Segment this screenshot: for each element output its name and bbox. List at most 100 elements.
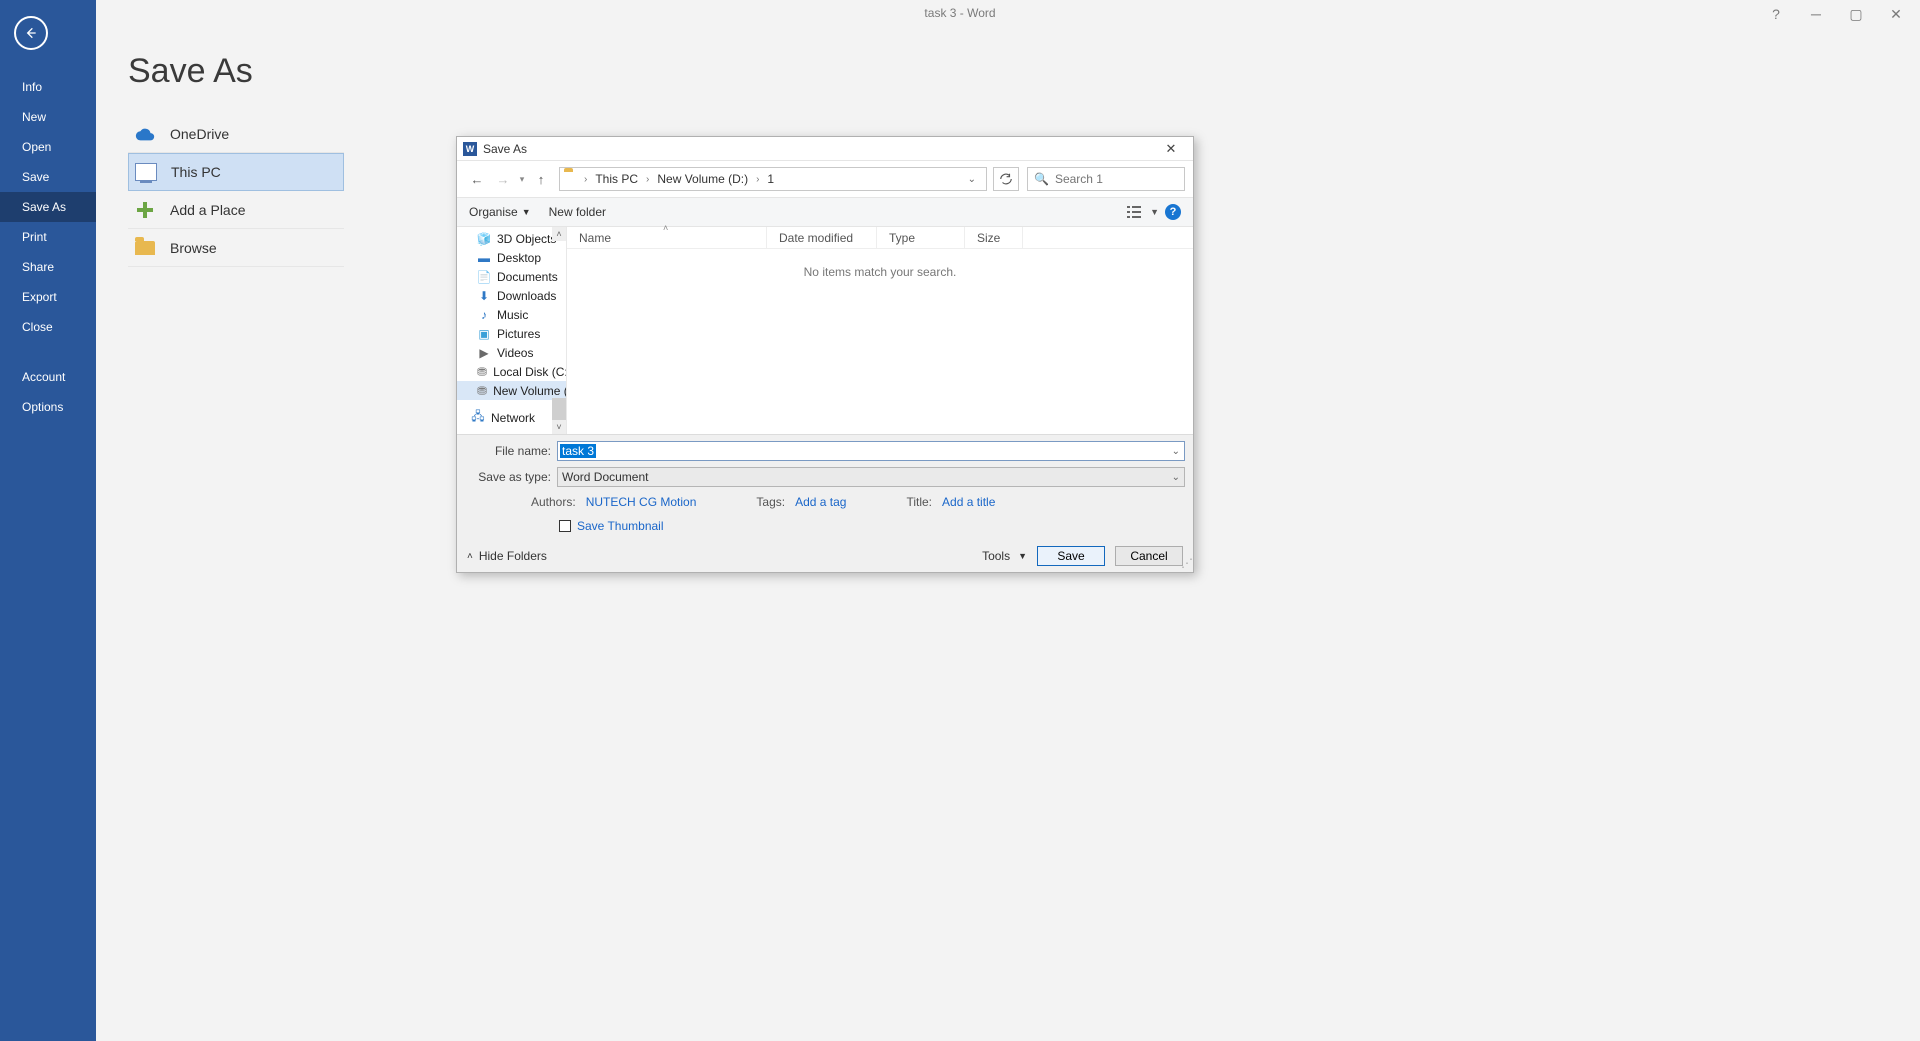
dialog-body: ˄ 🧊3D Objects▬Desktop📄Documents⬇Download…: [457, 227, 1193, 434]
help-button[interactable]: ?: [1756, 0, 1796, 28]
file-name-value: task 3: [560, 444, 596, 458]
sidebar-item-export[interactable]: Export: [0, 282, 96, 312]
tree-item[interactable]: 📄Documents: [457, 267, 566, 286]
sidebar-item-open[interactable]: Open: [0, 132, 96, 162]
location-label: Browse: [170, 240, 217, 256]
chevron-down-icon: ▼: [1018, 551, 1027, 561]
scrollbar-thumb[interactable]: [552, 398, 566, 420]
refresh-button[interactable]: [993, 167, 1019, 191]
resize-grip[interactable]: ⋰: [1181, 560, 1191, 570]
chevron-right-icon[interactable]: ›: [754, 174, 761, 185]
tree-item[interactable]: 🧊3D Objects: [457, 229, 566, 248]
tools-dropdown[interactable]: Tools▼: [982, 549, 1027, 563]
recent-locations-dropdown[interactable]: ▾: [517, 174, 527, 185]
tags-value[interactable]: Add a tag: [795, 495, 846, 509]
tree-item[interactable]: ⛃ Local Disk (C:): [457, 362, 566, 381]
new-folder-button[interactable]: New folder: [549, 205, 606, 219]
hide-folders-button[interactable]: ˄ Hide Folders: [467, 549, 547, 563]
sidebar-item-info[interactable]: Info: [0, 72, 96, 102]
scroll-up-button[interactable]: ˄: [552, 227, 566, 241]
breadcrumb-segment[interactable]: New Volume (D:): [653, 172, 752, 186]
chevron-down-icon[interactable]: ▼: [1150, 207, 1159, 217]
save-locations-list: OneDrive This PC Add a Place Browse: [128, 115, 344, 267]
location-browse[interactable]: Browse: [128, 229, 344, 267]
tree-item[interactable]: ♪Music: [457, 305, 566, 324]
tree-item-icon: ⬇: [477, 289, 491, 303]
nav-forward-button[interactable]: →: [491, 167, 515, 191]
tree-item-network[interactable]: 🖧Network: [457, 408, 566, 427]
column-headers: Name˄ Date modified Type Size: [567, 227, 1193, 249]
breadcrumb-segment[interactable]: 1: [763, 172, 778, 186]
refresh-icon: [999, 172, 1013, 186]
dialog-footer: ˄ Hide Folders Tools▼ Save Cancel: [457, 540, 1193, 572]
sidebar-item-share[interactable]: Share: [0, 252, 96, 282]
file-name-input[interactable]: task 3 ⌄: [557, 441, 1185, 461]
authors-value[interactable]: NUTECH CG Motion: [586, 495, 697, 509]
nav-back-button[interactable]: ←: [465, 167, 489, 191]
location-label: OneDrive: [170, 126, 229, 142]
word-icon: W: [463, 142, 477, 156]
change-view-button[interactable]: [1124, 203, 1144, 221]
search-box[interactable]: 🔍: [1027, 167, 1185, 191]
minimize-button[interactable]: ─: [1796, 0, 1836, 28]
location-label: Add a Place: [170, 202, 246, 218]
tree-item[interactable]: ▶Videos: [457, 343, 566, 362]
restore-button[interactable]: ▢: [1836, 0, 1876, 28]
column-name[interactable]: Name˄: [567, 227, 767, 248]
authors-label: Authors:: [531, 495, 576, 509]
tags-label: Tags:: [756, 495, 785, 509]
dialog-help-button[interactable]: ?: [1165, 204, 1181, 220]
sidebar-item-close[interactable]: Close: [0, 312, 96, 342]
search-input[interactable]: [1055, 172, 1178, 186]
tree-item-label: Music: [497, 308, 528, 322]
save-thumbnail-label[interactable]: Save Thumbnail: [577, 519, 664, 533]
breadcrumb-segment[interactable]: This PC: [591, 172, 642, 186]
sidebar-item-save[interactable]: Save: [0, 162, 96, 192]
sidebar-item-save-as[interactable]: Save As: [0, 192, 96, 222]
back-button[interactable]: [14, 16, 48, 50]
nav-up-button[interactable]: ↑: [529, 167, 553, 191]
address-breadcrumb[interactable]: › This PC › New Volume (D:) › 1 ⌄: [559, 167, 987, 191]
dialog-title-bar[interactable]: W Save As ✕: [457, 137, 1193, 161]
file-name-label: File name:: [465, 444, 557, 458]
chevron-right-icon[interactable]: ›: [644, 174, 651, 185]
column-type[interactable]: Type: [877, 227, 965, 248]
tree-item-label: 3D Objects: [497, 232, 556, 246]
organise-button[interactable]: Organise ▼: [469, 205, 531, 219]
tree-item-icon: ⛃: [477, 365, 487, 379]
sidebar-item-print[interactable]: Print: [0, 222, 96, 252]
dialog-close-button[interactable]: ✕: [1155, 138, 1187, 160]
location-add-place[interactable]: Add a Place: [128, 191, 344, 229]
cancel-button[interactable]: Cancel: [1115, 546, 1183, 566]
sidebar-item-new[interactable]: New: [0, 102, 96, 132]
save-type-combo[interactable]: Word Document ⌄: [557, 467, 1185, 487]
tree-item-label: Desktop: [497, 251, 541, 265]
tree-item[interactable]: ⛃New Volume (D:: [457, 381, 566, 400]
file-list-area: Name˄ Date modified Type Size No items m…: [567, 227, 1193, 434]
page-title: Save As: [128, 52, 1920, 91]
save-button[interactable]: Save: [1037, 546, 1105, 566]
column-size[interactable]: Size: [965, 227, 1023, 248]
plus-icon: [134, 199, 156, 221]
cloud-icon: [134, 123, 156, 145]
file-name-history-dropdown[interactable]: ⌄: [1172, 446, 1180, 457]
location-this-pc[interactable]: This PC: [128, 153, 344, 191]
sidebar-item-options[interactable]: Options: [0, 392, 96, 422]
column-date[interactable]: Date modified: [767, 227, 877, 248]
tree-item-label: Documents: [497, 270, 558, 284]
tree-item[interactable]: ▣Pictures: [457, 324, 566, 343]
tree-item-icon: ▣: [477, 327, 491, 341]
chevron-right-icon[interactable]: ›: [582, 174, 589, 185]
sidebar-item-account[interactable]: Account: [0, 362, 96, 392]
tree-item-label: Local Disk (C:): [493, 365, 566, 379]
breadcrumb-history-dropdown[interactable]: ⌄: [962, 174, 982, 185]
close-window-button[interactable]: ✕: [1876, 0, 1916, 28]
save-thumbnail-checkbox[interactable]: [559, 520, 571, 532]
location-label: This PC: [171, 164, 221, 180]
save-type-label: Save as type:: [465, 470, 557, 484]
location-onedrive[interactable]: OneDrive: [128, 115, 344, 153]
title-meta-value[interactable]: Add a title: [942, 495, 995, 509]
tree-item[interactable]: ⬇Downloads: [457, 286, 566, 305]
tree-item[interactable]: ▬Desktop: [457, 248, 566, 267]
scroll-down-button[interactable]: ˅: [552, 420, 566, 434]
